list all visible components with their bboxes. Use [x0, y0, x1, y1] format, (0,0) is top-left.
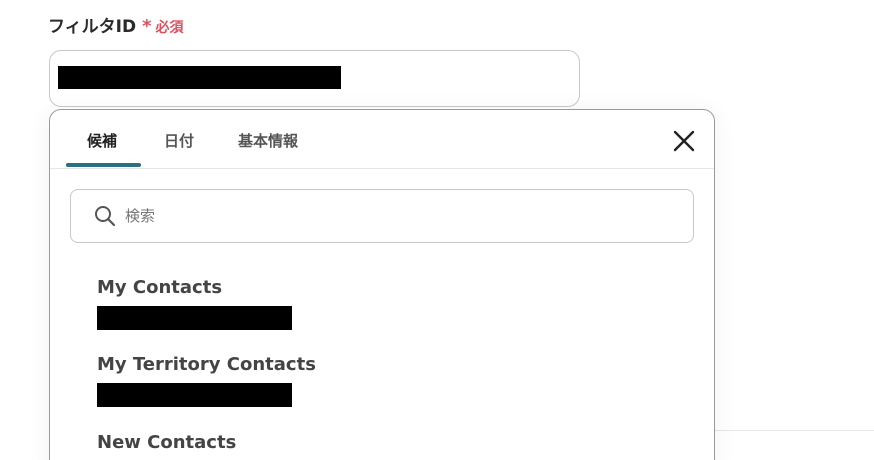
list-item[interactable]: My Contacts: [97, 277, 292, 330]
list-item[interactable]: My Territory Contacts: [97, 354, 316, 407]
redacted-value: [58, 66, 341, 89]
close-icon: [673, 130, 695, 152]
option-title: New Contacts: [97, 432, 237, 453]
close-button[interactable]: [672, 129, 696, 153]
tab-candidates[interactable]: 候補: [87, 130, 117, 151]
redacted-value: [97, 306, 292, 330]
option-title: My Contacts: [97, 277, 223, 298]
search-input[interactable]: [123, 206, 647, 226]
candidate-popup: 候補 日付 基本情報 My Contacts My Territory Cont…: [49, 109, 715, 460]
tab-date[interactable]: 日付: [164, 130, 194, 151]
search-box[interactable]: [70, 189, 694, 243]
active-tab-indicator: [66, 163, 141, 167]
page: フィルタID * 必須 候補 日付 基本情報 My Con: [0, 0, 874, 460]
field-label: フィルタID * 必須: [48, 12, 184, 37]
tab-basic-info[interactable]: 基本情報: [238, 130, 298, 151]
redacted-value: [97, 383, 292, 407]
field-label-text: フィルタID: [48, 17, 137, 37]
required-star-icon: *: [142, 16, 152, 37]
tab-bar: 候補 日付 基本情報: [50, 110, 714, 169]
filter-id-input[interactable]: [49, 50, 580, 107]
list-item[interactable]: New Contacts: [97, 432, 236, 453]
required-text: 必須: [155, 20, 184, 36]
divider: [714, 430, 874, 431]
option-title: My Territory Contacts: [97, 354, 316, 375]
search-icon: [95, 206, 116, 227]
